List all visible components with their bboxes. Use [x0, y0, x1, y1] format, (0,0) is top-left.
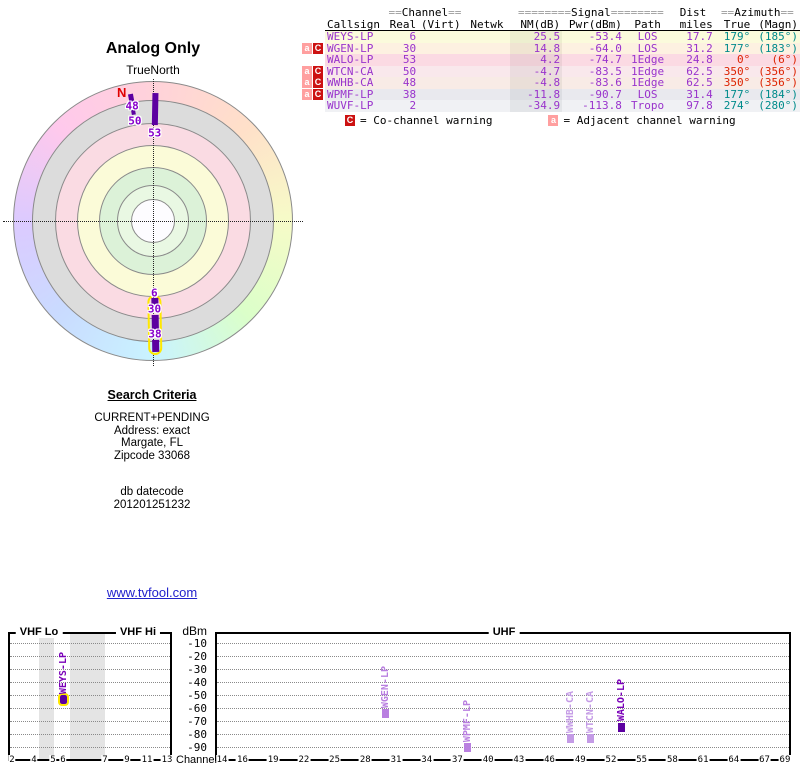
channel-tick-label: 64	[727, 755, 740, 765]
channel-tick-label: 55	[635, 755, 648, 765]
signal-bar-callsign-text: WEYS-LP	[58, 652, 69, 694]
channel-tick-label: 61	[697, 755, 710, 765]
dbm-tick-label: -80	[175, 728, 207, 741]
signal-bar-callsign-label: WGEN-LP	[380, 652, 392, 708]
gridline	[217, 695, 789, 696]
dbm-tick-label: -70	[175, 715, 207, 728]
channel-tick-label: 9	[123, 755, 130, 765]
signal-bar	[60, 695, 67, 704]
channel-tick-label: 11	[141, 755, 154, 765]
dbm-tick-label: -60	[175, 702, 207, 715]
channel-tick-label: 67	[758, 755, 771, 765]
gridline	[10, 682, 170, 683]
channel-tick-label: 2	[8, 755, 15, 765]
signal-bar-callsign-label: WTCN-CA	[584, 677, 596, 733]
channel-tick-label: 31	[390, 755, 403, 765]
channel-tick-label: 5	[49, 755, 56, 765]
gridline	[10, 734, 170, 735]
signal-bar	[618, 723, 625, 732]
uhf-panel	[215, 632, 791, 761]
channel-tick-label: 37	[451, 755, 464, 765]
dbm-tick-label: -20	[175, 650, 207, 663]
gridline	[217, 682, 789, 683]
vhf-hi-label: VHF Hi	[116, 626, 160, 638]
gridline	[10, 695, 170, 696]
channel-tick-label: 40	[482, 755, 495, 765]
channel-tick-label: 25	[328, 755, 341, 765]
signal-bar	[382, 709, 389, 718]
gridline	[217, 708, 789, 709]
dbm-tick-label: -40	[175, 676, 207, 689]
channel-tick-label: 52	[605, 755, 618, 765]
signal-bar-callsign-text: WWHB-CA	[565, 691, 576, 733]
gridline	[217, 721, 789, 722]
signal-bar-callsign-label: WEYS-LP	[57, 638, 69, 694]
signal-bar-callsign-text: WPMF-LP	[462, 700, 473, 742]
channel-tick-label: 13	[161, 755, 174, 765]
dbm-tick-label: -30	[175, 663, 207, 676]
uhf-label: UHF	[489, 626, 520, 638]
channel-tick-label: 7	[101, 755, 108, 765]
gridline	[217, 734, 789, 735]
channel-tick-label: 58	[666, 755, 679, 765]
gridline	[10, 721, 170, 722]
dbm-tick-label: -90	[175, 741, 207, 754]
channel-tick-label: 22	[297, 755, 310, 765]
gridline	[10, 643, 170, 644]
x-axis-title: Channel	[176, 754, 214, 766]
gridline	[10, 708, 170, 709]
channel-tick-label: 46	[543, 755, 556, 765]
channel-tick-label: 69	[779, 755, 792, 765]
signal-bar	[464, 743, 471, 752]
signal-bar	[567, 734, 574, 743]
gridline	[217, 643, 789, 644]
gridline	[10, 747, 170, 748]
tvfool-report: Analog Only TrueNorth N 48505363038 ==Ch…	[0, 0, 800, 768]
gridline	[10, 656, 170, 657]
channel-tick-label: 43	[512, 755, 525, 765]
channel-tick-label: 4	[30, 755, 37, 765]
signal-bar-callsign-label: WWHB-CA	[564, 677, 576, 733]
channel-tick-label: 19	[267, 755, 280, 765]
channel-tick-label: 34	[420, 755, 433, 765]
vhf-lo-label: VHF Lo	[16, 626, 63, 638]
gridline	[217, 656, 789, 657]
channel-tick-label: 49	[574, 755, 587, 765]
channel-tick-label: 14	[216, 755, 229, 765]
gridline	[217, 747, 789, 748]
channel-tick-label: 6	[59, 755, 66, 765]
y-axis-title: dBm	[175, 624, 207, 638]
signal-bar	[587, 734, 594, 743]
dbm-tick-label: -10	[175, 637, 207, 650]
signal-bar-callsign-label: WALO-LP	[615, 666, 627, 722]
gridline	[217, 669, 789, 670]
gridline	[10, 669, 170, 670]
dbm-tick-label: -50	[175, 689, 207, 702]
channel-tick-label: 16	[236, 755, 249, 765]
signal-bar-callsign-label: WPMF-LP	[462, 686, 474, 742]
channel-tick-label: 28	[359, 755, 372, 765]
signal-bar-callsign-text: WTCN-CA	[585, 691, 596, 733]
signal-bar-callsign-text: WGEN-LP	[380, 666, 391, 708]
signal-bar-callsign-text: WALO-LP	[616, 679, 627, 721]
signal-bar-chart: -10-20-30-40-50-60-70-80-902456791113141…	[0, 0, 800, 768]
vhf-panel	[8, 632, 172, 761]
